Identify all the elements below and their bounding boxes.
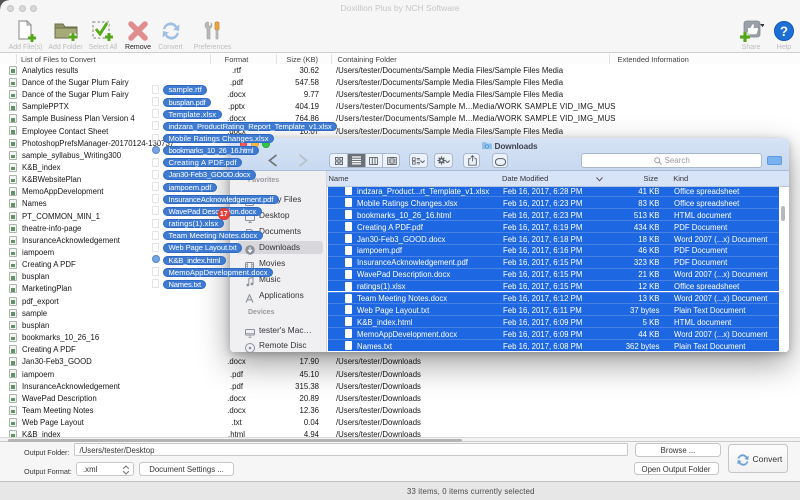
svg-text:?: ? [780,24,788,39]
